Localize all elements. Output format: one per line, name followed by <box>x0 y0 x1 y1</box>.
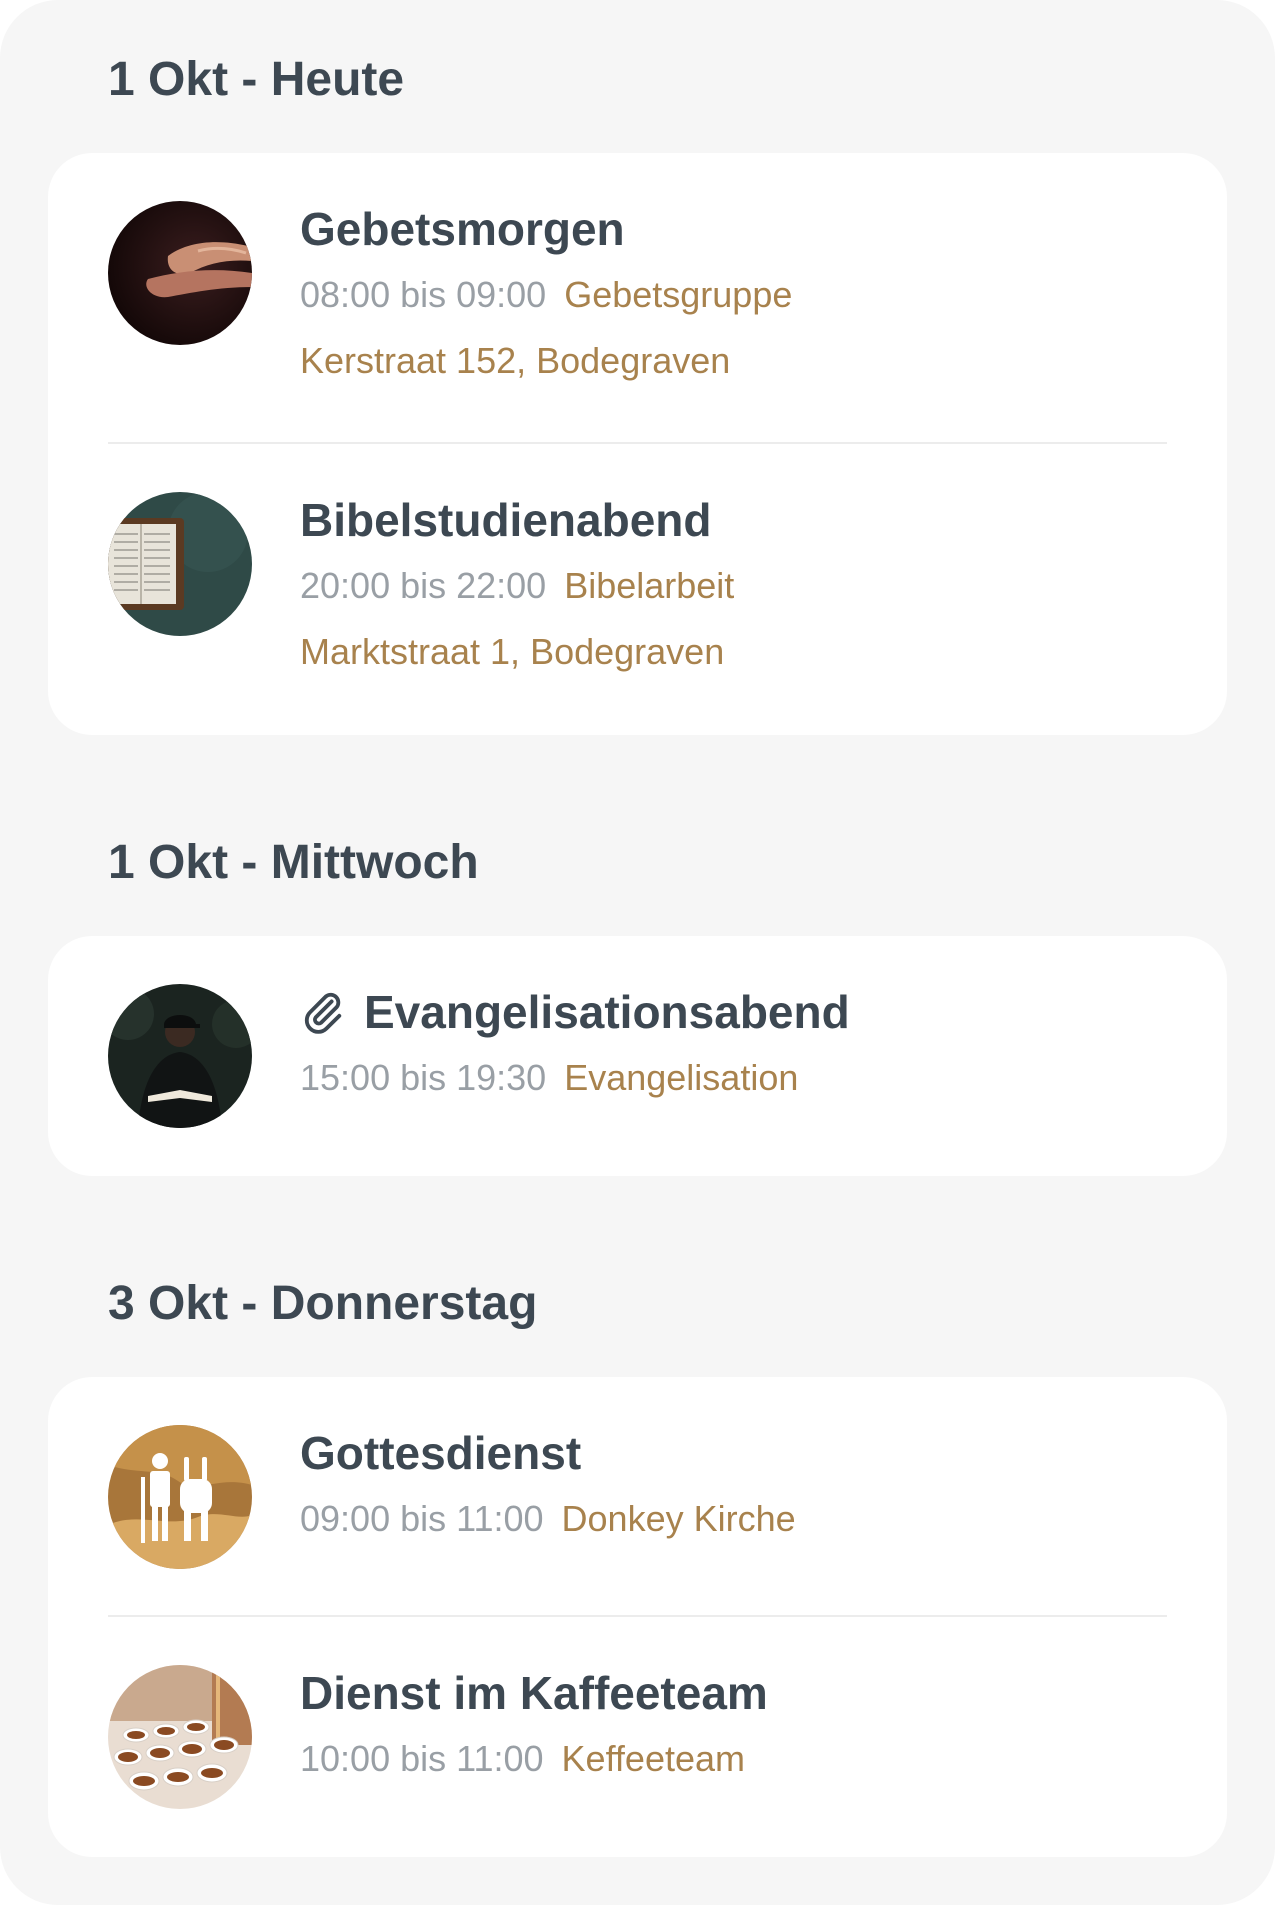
event-thumbnail <box>108 984 252 1128</box>
event-time: 09:00 bis 11:00 <box>300 1498 544 1539</box>
day-card: Evangelisationsabend 15:00 bis 19:30 Evan… <box>48 936 1227 1176</box>
event-title: Bibelstudienabend <box>300 494 712 546</box>
event-meta: 10:00 bis 11:00 Keffeeteam <box>300 1737 745 1781</box>
event-category[interactable]: Bibelarbeit <box>564 565 734 606</box>
event-item-gottesdienst[interactable]: Gottesdienst 09:00 bis 11:00 Donkey Kirch… <box>48 1377 1227 1616</box>
event-category[interactable]: Gebetsgruppe <box>564 274 792 315</box>
day-heading: 3 Okt - Donnerstag <box>108 1277 538 1330</box>
man-reading-book-image <box>108 984 252 1128</box>
day-card: Gebetsmorgen 08:00 bis 09:00 Gebetsgruppe… <box>48 153 1227 735</box>
event-list-screen: 1 Okt - Heute Gebetsmorgen 08:00 bis 09:… <box>0 0 1275 1905</box>
event-thumbnail <box>108 1425 252 1569</box>
event-address[interactable]: Marktstraat 1, Bodegraven <box>300 630 724 674</box>
event-title: Gebetsmorgen <box>300 203 625 255</box>
coffee-cups-image <box>108 1665 252 1809</box>
event-time: 10:00 bis 11:00 <box>300 1738 544 1779</box>
event-category[interactable]: Evangelisation <box>564 1057 798 1098</box>
event-time: 08:00 bis 09:00 <box>300 274 547 315</box>
paperclip-icon <box>304 992 342 1034</box>
event-time: 20:00 bis 22:00 <box>300 565 547 606</box>
event-meta: 08:00 bis 09:00 Gebetsgruppe <box>300 273 792 317</box>
event-thumbnail <box>108 201 252 345</box>
event-meta: 15:00 bis 19:30 Evangelisation <box>300 1056 798 1100</box>
event-meta: 20:00 bis 22:00 Bibelarbeit <box>300 564 734 608</box>
event-category[interactable]: Donkey Kirche <box>562 1498 796 1539</box>
day-heading: 1 Okt - Heute <box>108 53 405 106</box>
praying-hands-image <box>108 201 252 345</box>
event-thumbnail <box>108 492 252 636</box>
open-bible-image <box>108 492 252 636</box>
event-meta: 09:00 bis 11:00 Donkey Kirche <box>300 1497 796 1541</box>
event-category[interactable]: Keffeeteam <box>562 1738 745 1779</box>
donkey-church-logo <box>108 1425 252 1569</box>
day-card: Gottesdienst 09:00 bis 11:00 Donkey Kirch… <box>48 1377 1227 1857</box>
event-title: Dienst im Kaffeeteam <box>300 1667 768 1719</box>
event-item-dienst-im-kaffeeteam[interactable]: Dienst im Kaffeeteam 10:00 bis 11:00 Keff… <box>48 1617 1227 1857</box>
event-title: Evangelisationsabend <box>300 984 850 1040</box>
event-item-evangelisationsabend[interactable]: Evangelisationsabend 15:00 bis 19:30 Evan… <box>48 936 1227 1176</box>
event-time: 15:00 bis 19:30 <box>300 1057 547 1098</box>
event-address[interactable]: Kerstraat 152, Bodegraven <box>300 339 730 383</box>
event-title-text: Evangelisationsabend <box>364 986 850 1038</box>
event-title: Gottesdienst <box>300 1427 582 1479</box>
event-item-bibelstudienabend[interactable]: Bibelstudienabend 20:00 bis 22:00 Bibelar… <box>48 444 1227 735</box>
event-thumbnail <box>108 1665 252 1809</box>
event-item-gebetsmorgen[interactable]: Gebetsmorgen 08:00 bis 09:00 Gebetsgruppe… <box>48 153 1227 443</box>
day-heading: 1 Okt - Mittwoch <box>108 836 479 889</box>
